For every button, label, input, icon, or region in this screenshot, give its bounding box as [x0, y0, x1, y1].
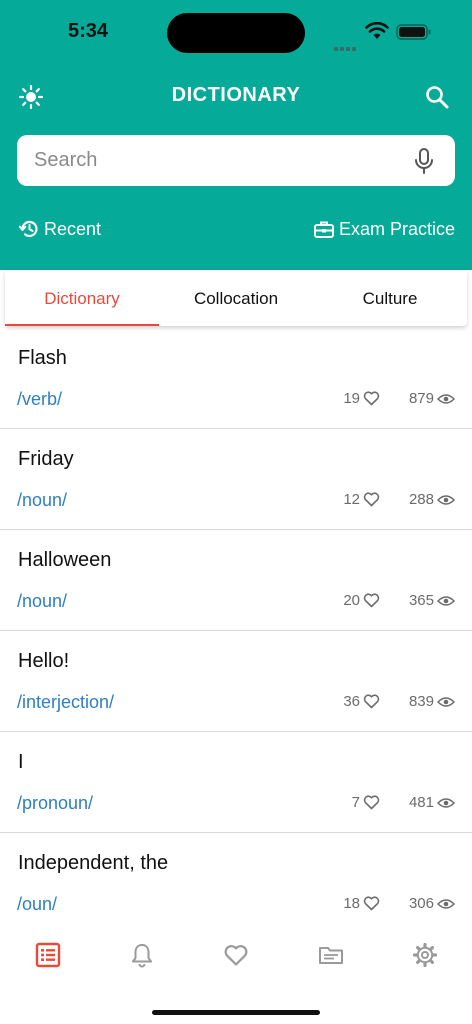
view-count-value: 306: [408, 895, 434, 912]
home-indicator: [152, 1010, 320, 1015]
list-item[interactable]: Halloween /noun/ 20 365: [0, 530, 472, 631]
heart-icon: [363, 694, 380, 709]
gear-icon[interactable]: [411, 941, 439, 969]
entry-word: Friday: [18, 448, 74, 470]
like-count: 19: [343, 390, 380, 407]
view-count-value: 365: [408, 592, 434, 609]
eye-icon: [437, 898, 455, 909]
app-header: 5:34 DICTIONARY Search Recent Exam Pract…: [0, 0, 472, 270]
list-item[interactable]: Independent, the /oun/ 18 306: [0, 833, 472, 934]
view-count: 306: [409, 895, 455, 912]
like-count: 12: [343, 491, 380, 508]
eye-icon: [437, 393, 455, 404]
tab-culture[interactable]: Culture: [313, 271, 467, 326]
view-count: 879: [409, 390, 455, 407]
recent-label: Recent: [44, 218, 102, 239]
heart-icon[interactable]: [222, 941, 250, 969]
like-count: 36: [343, 693, 380, 710]
battery-icon: [396, 24, 431, 40]
view-count-value: 481: [408, 794, 434, 811]
view-count-value: 879: [408, 390, 434, 407]
view-count-value: 839: [408, 693, 434, 710]
history-icon: [18, 220, 38, 238]
list-item[interactable]: Flash /verb/ 19 879: [0, 328, 472, 429]
eye-icon: [437, 494, 455, 505]
signal-icon: [334, 33, 360, 51]
list-item[interactable]: Hello! /interjection/ 36 839: [0, 631, 472, 732]
tab-collocation[interactable]: Collocation: [159, 271, 313, 326]
heart-icon: [363, 896, 380, 911]
exam-practice-label: Exam Practice: [338, 218, 455, 239]
page-title: DICTIONARY: [171, 84, 301, 106]
word-list: Flash /verb/ 19 879 Friday /noun/ 12 288…: [0, 328, 472, 934]
microphone-icon[interactable]: [413, 147, 435, 175]
like-count: 20: [343, 592, 380, 609]
entry-part-of-speech: /oun/: [17, 894, 58, 914]
heart-icon: [363, 391, 380, 406]
entry-part-of-speech: /verb/: [17, 389, 63, 409]
status-time: 5:34: [68, 20, 109, 42]
heart-icon: [363, 795, 380, 810]
eye-icon: [437, 696, 455, 707]
eye-icon: [437, 797, 455, 808]
list-icon[interactable]: [34, 941, 62, 969]
entry-word: I: [18, 751, 24, 773]
like-count-value: 19: [343, 390, 360, 407]
entry-part-of-speech: /pronoun/: [17, 793, 94, 813]
like-count-value: 12: [343, 491, 360, 508]
wifi-icon: [365, 22, 389, 39]
tab-dictionary[interactable]: Dictionary: [5, 271, 159, 326]
bottom-navigation: [0, 923, 472, 1024]
entry-word: Flash: [18, 347, 67, 369]
toolbox-icon: [313, 221, 334, 238]
entry-part-of-speech: /noun/: [17, 490, 68, 510]
search-field[interactable]: [17, 135, 455, 186]
like-count-value: 20: [343, 592, 360, 609]
like-count-value: 36: [343, 693, 360, 710]
search-input[interactable]: [34, 135, 414, 186]
eye-icon: [437, 595, 455, 606]
dynamic-island: [167, 13, 305, 53]
entry-word: Hello!: [18, 650, 70, 672]
list-item[interactable]: Friday /noun/ 12 288: [0, 429, 472, 530]
recent-link[interactable]: Recent: [18, 217, 101, 241]
like-count: 18: [343, 895, 380, 912]
like-count: 7: [352, 794, 380, 811]
view-count: 288: [409, 491, 455, 508]
heart-icon: [363, 492, 380, 507]
list-item[interactable]: I /pronoun/ 7 481: [0, 732, 472, 833]
status-bar: 5:34: [0, 0, 472, 60]
view-count: 481: [409, 794, 455, 811]
category-tabs: Dictionary Collocation Culture: [5, 271, 467, 326]
entry-word: Halloween: [18, 549, 112, 571]
view-count: 839: [409, 693, 455, 710]
folder-icon[interactable]: [317, 941, 345, 969]
exam-practice-link[interactable]: Exam Practice: [313, 217, 455, 241]
view-count-value: 288: [408, 491, 434, 508]
bell-icon[interactable]: [128, 941, 156, 969]
like-count-value: 18: [343, 895, 360, 912]
like-count-value: 7: [351, 794, 360, 811]
entry-word: Independent, the: [18, 852, 169, 874]
search-icon[interactable]: [423, 83, 451, 111]
view-count: 365: [409, 592, 455, 609]
entry-part-of-speech: /interjection/: [17, 692, 115, 712]
heart-icon: [363, 593, 380, 608]
entry-part-of-speech: /noun/: [17, 591, 68, 611]
